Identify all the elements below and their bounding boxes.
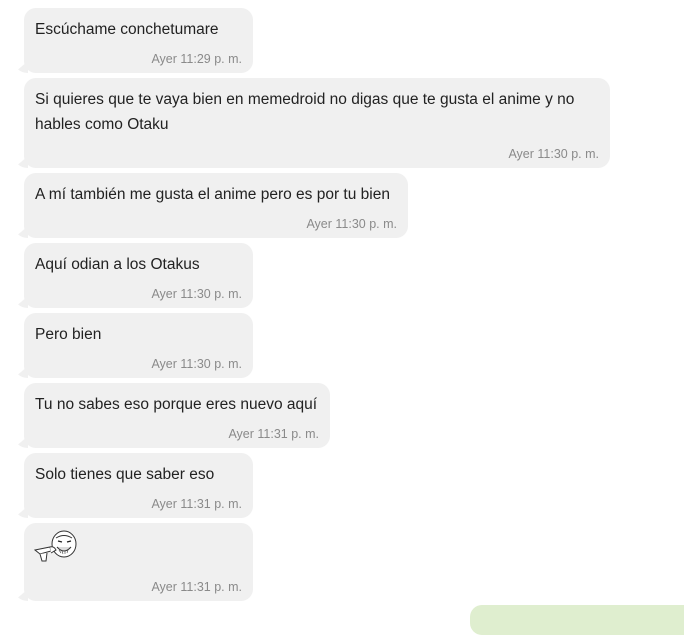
message-bubble[interactable]: A mí también me gusta el anime pero es p… — [24, 173, 408, 238]
message-timestamp: Ayer 11:31 p. m. — [151, 497, 242, 511]
sticker-message-bubble[interactable]: Ayer 11:31 p. m. — [24, 523, 253, 601]
message-timestamp: Ayer 11:31 p. m. — [151, 580, 242, 594]
message-text: Escúchame conchetumare — [35, 21, 219, 38]
outgoing-message-bubble[interactable] — [470, 605, 684, 635]
message-bubble[interactable]: Pero bien Ayer 11:30 p. m. — [24, 313, 253, 378]
message-text: Solo tienes que saber eso — [35, 466, 215, 483]
message-timestamp: Ayer 11:30 p. m. — [151, 357, 242, 371]
message-text: Pero bien — [35, 326, 102, 343]
message-timestamp: Ayer 11:30 p. m. — [151, 287, 242, 301]
message-bubble[interactable]: Escúchame conchetumare Ayer 11:29 p. m. — [24, 8, 253, 73]
message-timestamp: Ayer 11:31 p. m. — [228, 427, 319, 441]
message-text: Si quieres que te vaya bien en memedroid… — [35, 91, 575, 133]
message-text: Aquí odian a los Otakus — [35, 256, 200, 273]
message-bubble[interactable]: Aquí odian a los Otakus Ayer 11:30 p. m. — [24, 243, 253, 308]
message-text: Tu no sabes eso porque eres nuevo aquí — [35, 396, 318, 413]
rage-face-pointing-sticker — [34, 530, 77, 562]
message-timestamp: Ayer 11:30 p. m. — [508, 147, 599, 161]
message-text: A mí también me gusta el anime pero es p… — [35, 186, 390, 203]
message-bubble[interactable]: Tu no sabes eso porque eres nuevo aquí A… — [24, 383, 330, 448]
message-bubble[interactable]: Solo tienes que saber eso Ayer 11:31 p. … — [24, 453, 253, 518]
message-bubble[interactable]: Si quieres que te vaya bien en memedroid… — [24, 78, 610, 168]
chat-thread[interactable]: Escúchame conchetumare Ayer 11:29 p. m. … — [0, 0, 684, 635]
message-timestamp: Ayer 11:29 p. m. — [151, 52, 242, 66]
message-timestamp: Ayer 11:30 p. m. — [306, 217, 397, 231]
